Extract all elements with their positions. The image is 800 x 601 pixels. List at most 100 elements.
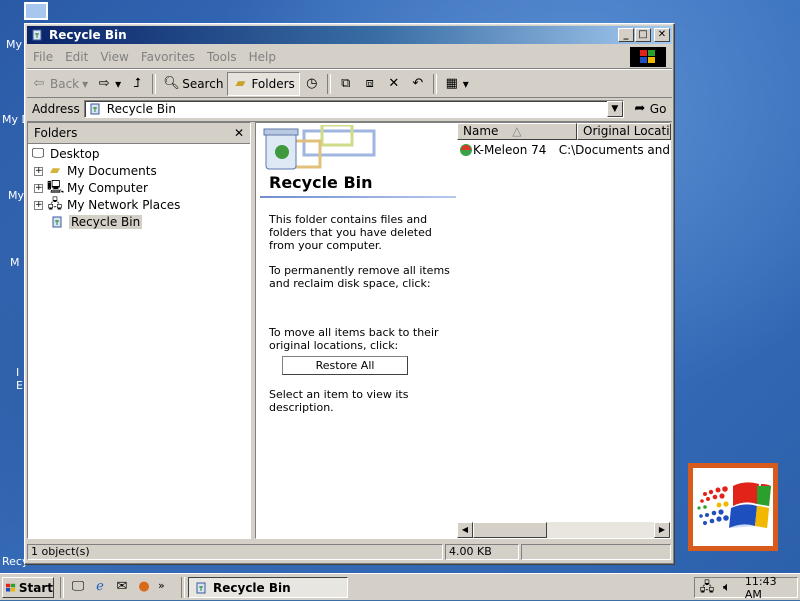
tree-item-my-documents[interactable]: + ▰ My Documents — [34, 163, 157, 179]
item-original-location: C:\Documents and — [558, 143, 670, 157]
info-select-hint: Select an item to view its description. — [269, 388, 409, 414]
menu-tools[interactable]: Tools — [201, 50, 243, 64]
tree-item-label: My Network Places — [67, 198, 181, 212]
tree-item-label: Recycle Bin — [69, 215, 143, 229]
move-to-button[interactable]: ⧉ — [334, 73, 358, 95]
taskbar-button-label: Recycle Bin — [213, 580, 291, 595]
menu-help[interactable]: Help — [243, 50, 282, 64]
recycle-bin-banner-icon — [260, 123, 380, 171]
chevron-down-icon[interactable]: ▾ — [463, 77, 469, 91]
recycle-bin-icon — [87, 101, 103, 117]
undo-button[interactable]: ↶ — [406, 73, 430, 95]
outlook-express-icon[interactable]: ✉ — [114, 579, 130, 595]
tree-item-label: My Documents — [67, 164, 157, 178]
taskbar: Start 🖵︎ ℯ ✉ ● » Recycle Bin 🖧︎ 🔈︎ 11:43… — [0, 573, 800, 601]
restore-all-button[interactable]: Restore All — [282, 356, 408, 375]
desktop-label-my-network[interactable]: My — [8, 189, 24, 202]
folders-label: Folders — [251, 76, 295, 91]
column-header-name[interactable]: Name △ — [457, 123, 577, 140]
tree-item-recycle-bin[interactable]: Recycle Bin — [49, 214, 143, 230]
list-item[interactable]: K-Meleon 74 C:\Documents and — [459, 143, 670, 159]
address-value: Recycle Bin — [106, 102, 176, 116]
chevron-down-icon[interactable]: ▾ — [82, 77, 88, 91]
clock[interactable]: 11:43 AM — [745, 575, 797, 601]
tree-item-desktop[interactable]: 🖵︎ Desktop — [30, 146, 100, 162]
address-dropdown-button[interactable]: ▼ — [606, 101, 623, 117]
back-label: Back — [50, 76, 80, 91]
menu-edit[interactable]: Edit — [59, 50, 94, 64]
scroll-right-button[interactable]: ▶ — [654, 522, 670, 538]
desktop-label-m[interactable]: M — [10, 256, 20, 269]
system-tray: 🖧︎ 🔈︎ 11:43 AM — [694, 575, 798, 601]
column-location-label: Original Location — [583, 124, 670, 138]
scroll-left-button[interactable]: ◀ — [457, 522, 473, 538]
info-description: This folder contains files and folders t… — [269, 213, 432, 252]
menu-view[interactable]: View — [94, 50, 134, 64]
folders-button[interactable]: ▰ Folders — [227, 71, 300, 96]
windows-throbber — [630, 47, 666, 67]
address-bar: Address Recycle Bin ▼ ➦ Go — [27, 97, 672, 122]
copy-to-icon: ⧈ — [365, 75, 374, 91]
up-folder-button[interactable]: ⮥ — [125, 73, 149, 95]
taskbar-button-recycle-bin[interactable]: Recycle Bin — [188, 577, 348, 598]
history-button[interactable]: ◷ — [300, 73, 324, 95]
desktop-computer-icon[interactable] — [24, 2, 48, 20]
tree-item-my-network-places[interactable]: + 🖧︎ My Network Places — [34, 197, 180, 213]
show-desktop-icon[interactable]: 🖵︎ — [70, 579, 86, 595]
status-zone — [521, 544, 671, 560]
history-icon: ◷ — [306, 75, 318, 91]
scroll-thumb[interactable] — [473, 522, 547, 538]
views-button[interactable]: ▦ ▾ — [440, 73, 473, 95]
quick-launch: 🖵︎ ℯ ✉ ● » — [70, 579, 165, 595]
firefox-icon[interactable]: ● — [136, 579, 152, 595]
close-icon[interactable]: ✕ — [234, 126, 244, 140]
expand-icon[interactable]: + — [34, 166, 43, 176]
taskbar-separator — [60, 577, 64, 598]
tree-item-my-computer[interactable]: + 🖳︎ My Computer — [34, 180, 148, 196]
sort-ascending-icon: △ — [512, 124, 522, 138]
explorer-window: Recycle Bin _ □ ✕ File Edit View Favorit… — [24, 23, 675, 565]
close-button[interactable]: ✕ — [654, 28, 670, 42]
network-tray-icon[interactable]: 🖧︎ — [699, 580, 715, 596]
back-button[interactable]: ⇦ Back ▾ — [27, 73, 92, 95]
arrow-right-icon: ⇨ — [98, 75, 110, 91]
search-button[interactable]: 🔍︎ Search — [159, 73, 227, 95]
windows-flag-icon — [693, 468, 773, 546]
chevron-down-icon[interactable]: ▾ — [115, 77, 121, 91]
expand-icon[interactable]: + — [34, 200, 43, 210]
desktop-label-my-documents[interactable]: My — [6, 38, 22, 51]
info-empty-instructions: To permanently remove all items and recl… — [269, 264, 450, 290]
k-meleon-icon — [459, 143, 473, 159]
volume-icon[interactable]: 🔈︎ — [719, 580, 735, 596]
views-icon: ▦ — [445, 75, 458, 91]
content-pane: Recycle Bin This folder contains files a… — [255, 122, 671, 539]
expand-icon[interactable]: + — [34, 183, 43, 193]
desktop-label-e[interactable]: E — [16, 379, 23, 392]
title-bar[interactable]: Recycle Bin _ □ ✕ — [27, 26, 672, 44]
address-label: Address — [32, 102, 80, 116]
internet-explorer-icon[interactable]: ℯ — [92, 579, 108, 595]
column-header-original-location[interactable]: Original Location — [577, 123, 671, 140]
forward-button[interactable]: ⇨ ▾ — [92, 73, 125, 95]
horizontal-scrollbar[interactable]: ◀ ▶ — [457, 522, 670, 538]
status-size: 4.00 KB — [445, 544, 519, 560]
start-button[interactable]: Start — [2, 577, 54, 598]
go-button[interactable]: ➦ Go — [632, 101, 667, 117]
maximize-button[interactable]: □ — [635, 28, 651, 42]
menu-file[interactable]: File — [27, 50, 59, 64]
desktop-label-i[interactable]: I — [16, 366, 19, 379]
go-label: Go — [649, 102, 667, 116]
copy-to-button[interactable]: ⧈ — [358, 73, 382, 95]
network-icon: 🖧︎ — [47, 197, 63, 212]
tree-item-label: Desktop — [50, 147, 100, 161]
status-object-count: 1 object(s) — [27, 544, 443, 560]
recycle-bin-icon — [49, 214, 65, 230]
address-input[interactable]: Recycle Bin ▼ — [83, 100, 624, 118]
quick-launch-more[interactable]: » — [158, 579, 165, 595]
delete-button[interactable]: ✕ — [382, 73, 406, 95]
folders-pane: Folders ✕ 🖵︎ Desktop + ▰ My Documents + … — [27, 122, 251, 539]
web-view-info-panel: Recycle Bin This folder contains files a… — [256, 123, 458, 538]
minimize-button[interactable]: _ — [618, 28, 634, 42]
menu-favorites[interactable]: Favorites — [135, 50, 201, 64]
folders-pane-title: Folders — [34, 126, 78, 140]
